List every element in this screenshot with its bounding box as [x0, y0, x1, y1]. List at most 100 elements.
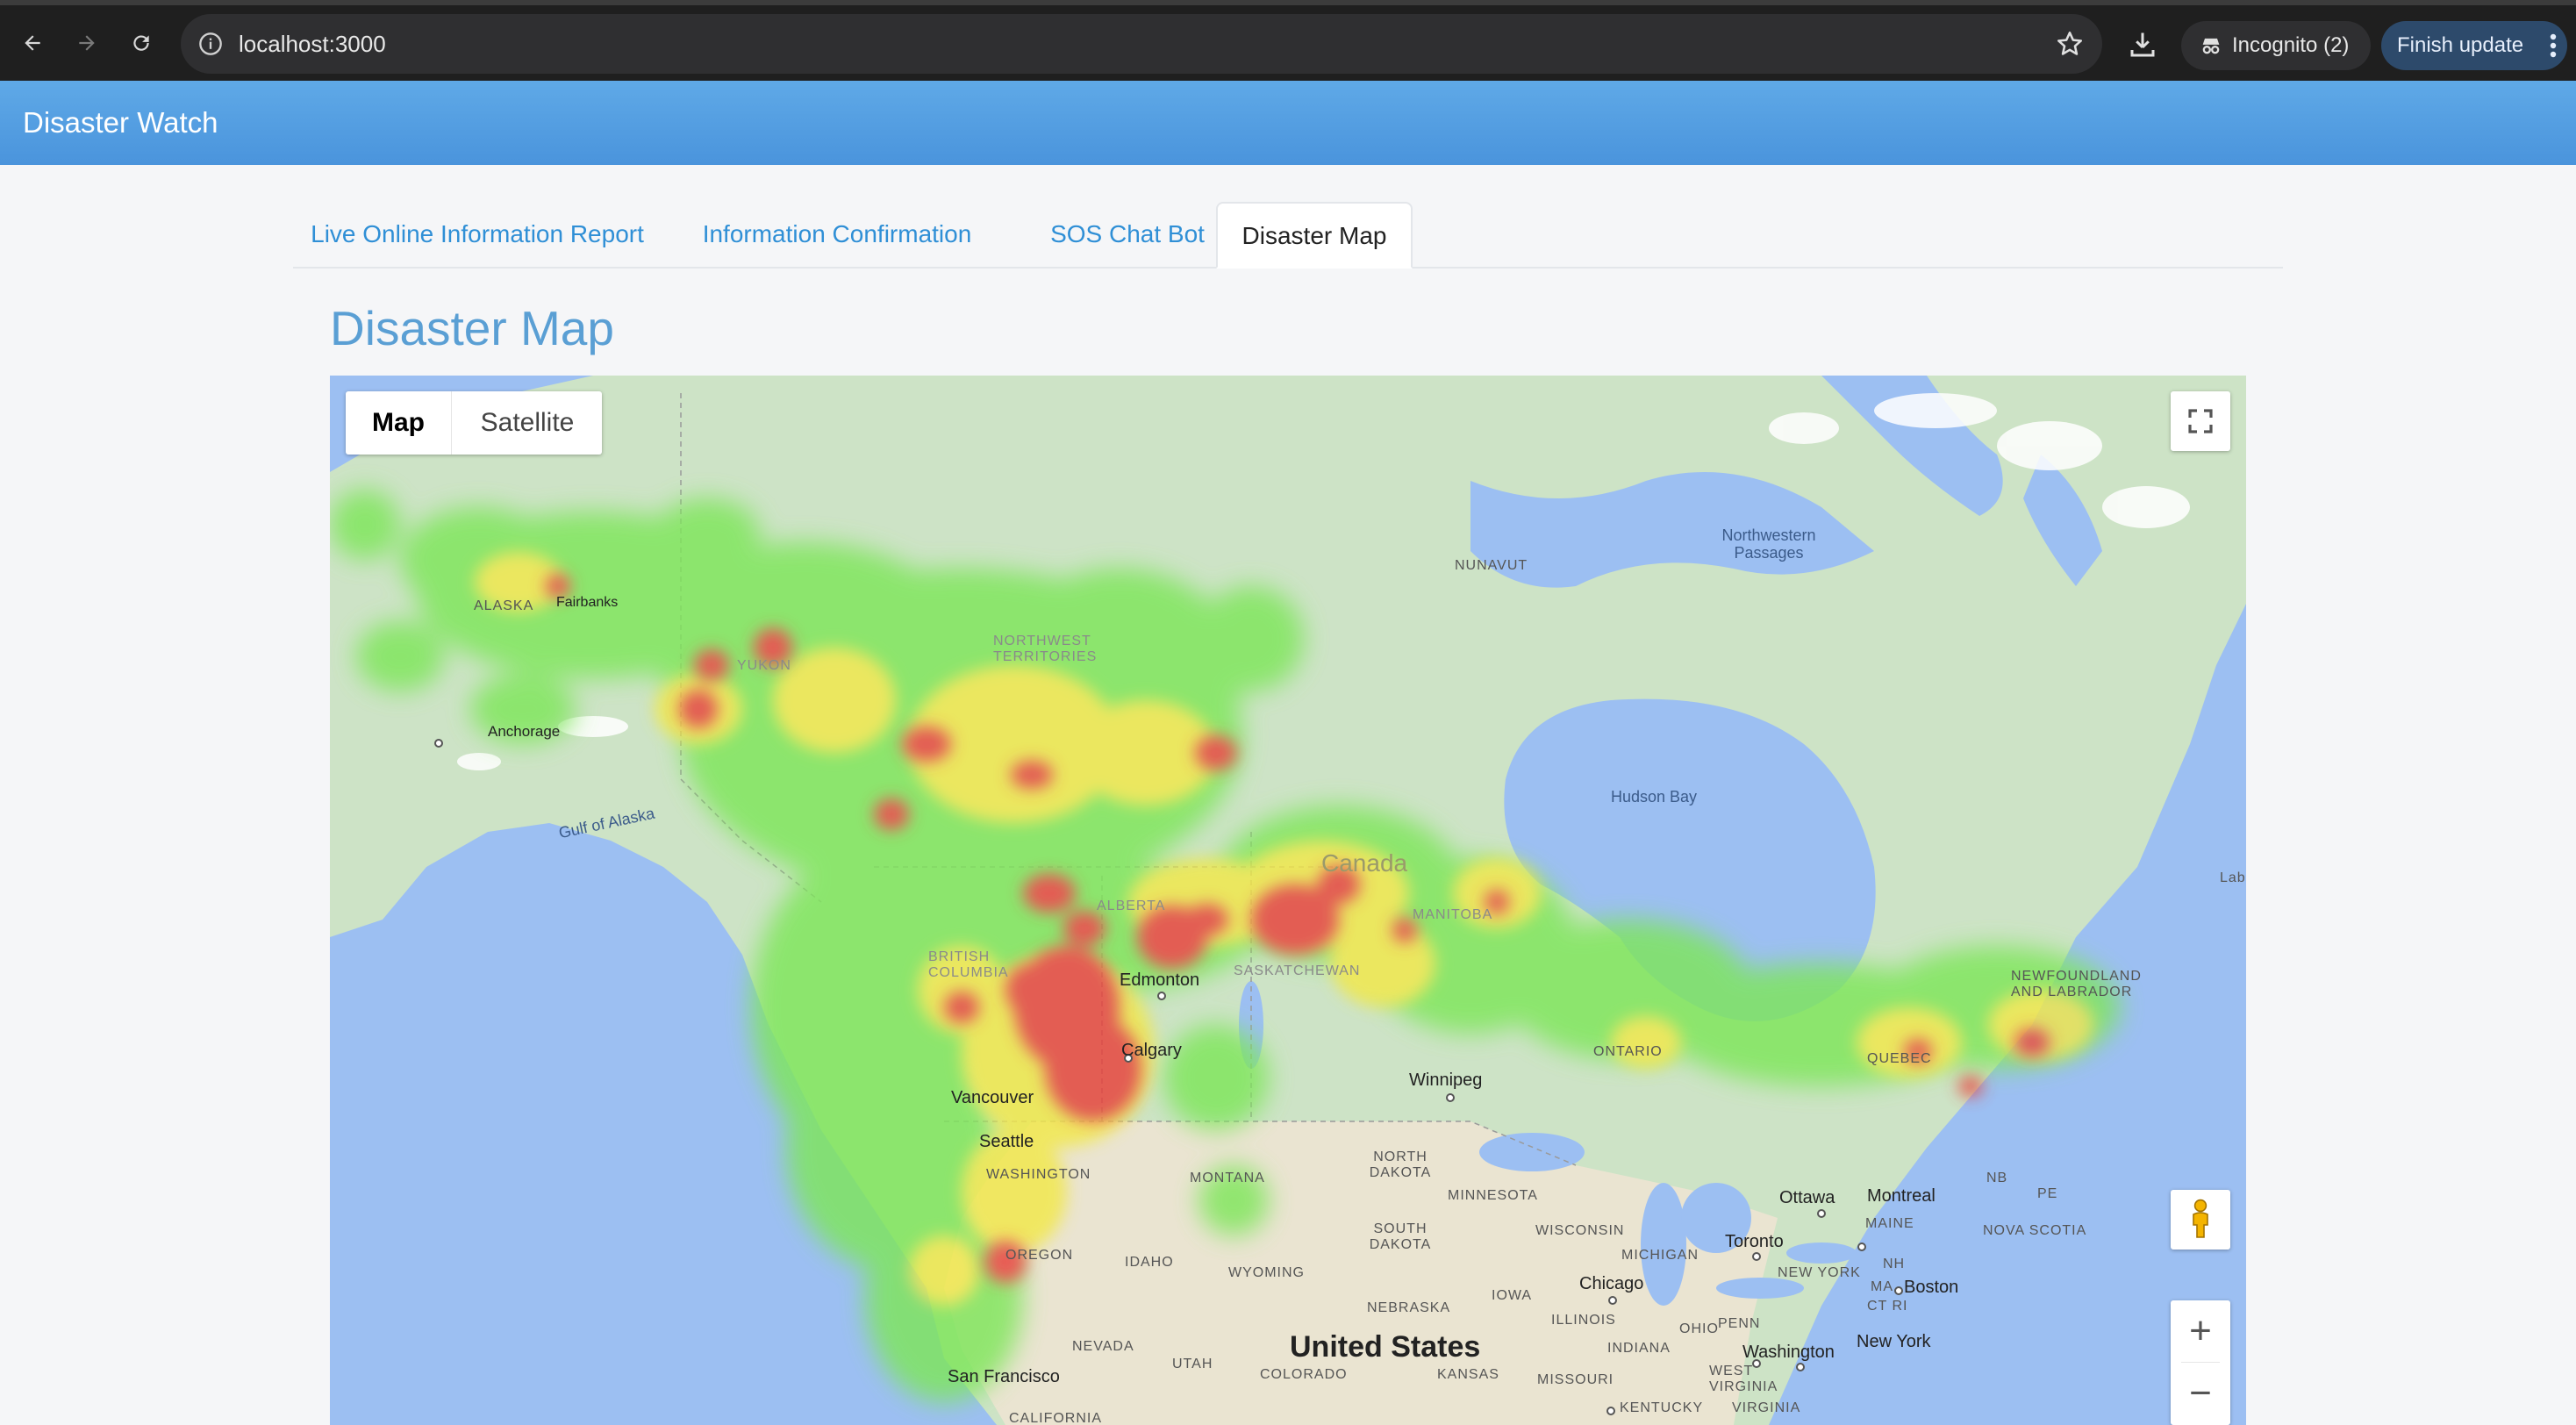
map-label: San Francisco [948, 1367, 1060, 1386]
map-type-satellite-button[interactable]: Satellite [451, 391, 603, 455]
map-label: MANITOBA [1413, 907, 1493, 922]
map-label: MONTANA [1190, 1171, 1265, 1185]
map-label: New York [1857, 1332, 1931, 1351]
back-button[interactable] [11, 21, 54, 65]
map-label: PENN [1718, 1316, 1761, 1331]
map-label: Chicago [1579, 1274, 1644, 1293]
map-label: ALASKA [474, 598, 534, 613]
map-label: SOUTH DAKOTA [1369, 1221, 1432, 1252]
tab-live-online-information-report[interactable]: Live Online Information Report [302, 202, 653, 267]
map-label: NEBRASKA [1367, 1300, 1451, 1315]
map-label: Boston [1904, 1278, 1959, 1297]
app-title: Disaster Watch [23, 106, 218, 139]
map-label: MA [1871, 1279, 1893, 1294]
map-label: Northwestern Passages [1721, 526, 1816, 562]
map-label: ALBERTA [1097, 899, 1166, 913]
map-label: Edmonton [1120, 970, 1200, 990]
map-label: ILLINOIS [1551, 1313, 1616, 1328]
finish-update-label: Finish update [2397, 33, 2524, 57]
map-label: Hudson Bay [1611, 788, 1698, 806]
bookmark-star-icon[interactable] [2055, 29, 2085, 59]
map-label: OREGON [1005, 1248, 1074, 1263]
map-label: NEWFOUNDLAND AND LABRADOR [2011, 969, 2142, 999]
map-label: WASHINGTON [986, 1167, 1091, 1182]
map-label: NEVADA [1072, 1339, 1134, 1354]
map-label: VIRGINIA [1732, 1400, 1801, 1415]
zoom-in-button[interactable]: + [2171, 1300, 2230, 1362]
fullscreen-button[interactable] [2171, 391, 2230, 451]
map-label: NEW YORK [1778, 1265, 1861, 1280]
map-label: WYOMING [1228, 1265, 1305, 1280]
incognito-indicator[interactable]: Incognito (2) [2181, 21, 2371, 70]
tab-information-confirmation[interactable]: Information Confirmation [679, 202, 995, 267]
page-title: Disaster Map [330, 301, 614, 355]
map-label: Anchorage [488, 723, 561, 740]
map-label: Vancouver [951, 1088, 1034, 1107]
site-info-icon[interactable] [198, 32, 223, 56]
address-bar[interactable]: localhost:3000 [181, 14, 2102, 74]
map-label: WISCONSIN [1535, 1223, 1625, 1238]
reload-button[interactable] [119, 21, 163, 65]
incognito-label: Incognito (2) [2232, 33, 2350, 57]
map-label: YUKON [737, 658, 791, 673]
map-label: United States [1290, 1330, 1481, 1364]
fullscreen-icon [2188, 409, 2213, 433]
map-label: CALIFORNIA [1009, 1411, 1103, 1425]
map-label: NB [1986, 1171, 2008, 1185]
map-label: Toronto [1725, 1232, 1784, 1251]
zoom-out-button[interactable]: − [2171, 1363, 2230, 1424]
map-label: KANSAS [1437, 1367, 1499, 1382]
map-label: Ottawa [1779, 1188, 1835, 1207]
map-label: MISSOURI [1537, 1372, 1614, 1387]
zoom-control: + − [2171, 1300, 2230, 1425]
map-type-control: Map Satellite [346, 391, 602, 455]
finish-update-button[interactable]: Finish update [2381, 21, 2567, 70]
map-label: IDAHO [1125, 1255, 1174, 1270]
tab-disaster-map[interactable]: Disaster Map [1216, 202, 1413, 269]
back-arrow-icon [25, 35, 40, 51]
map-label: UTAH [1172, 1357, 1213, 1371]
map-type-map-button[interactable]: Map [346, 391, 451, 455]
map-label: KENTUCKY [1620, 1400, 1704, 1415]
map-label: MAINE [1865, 1216, 1914, 1231]
more-menu-icon[interactable] [2550, 33, 2557, 58]
pegman-icon [2193, 1199, 2208, 1238]
map-label: NH [1883, 1257, 1906, 1271]
map-label: CT RI [1867, 1299, 1908, 1314]
map-label: NUNAVUT [1455, 558, 1528, 573]
url-text: localhost:3000 [239, 31, 386, 57]
map-label: Washington [1742, 1343, 1835, 1362]
disaster-map[interactable]: ALASKA Fairbanks Anchorage Gulf of Alask… [330, 376, 2246, 1425]
map-label: Fairbanks [556, 595, 619, 610]
map-label: MICHIGAN [1621, 1248, 1699, 1263]
map-label: INDIANA [1607, 1341, 1671, 1356]
map-label: NORTHWEST TERRITORIES [993, 634, 1098, 664]
map-label: MINNESOTA [1448, 1188, 1538, 1203]
map-label: OHIO [1679, 1321, 1719, 1336]
download-icon[interactable] [2127, 29, 2158, 61]
forward-arrow-icon [79, 35, 95, 51]
map-label: NORTH DAKOTA [1369, 1149, 1432, 1180]
forward-button[interactable] [65, 21, 109, 65]
street-view-pegman[interactable] [2171, 1190, 2230, 1250]
map-label: WEST VIRGINIA [1709, 1364, 1778, 1394]
map-label: Calgary [1121, 1041, 1182, 1060]
map-label: QUEBEC [1867, 1051, 1932, 1066]
app-header: Disaster Watch [0, 81, 2576, 165]
map-label: NOVA SCOTIA [1983, 1223, 2087, 1238]
tab-sos-chat-bot[interactable]: SOS Chat Bot [1018, 202, 1237, 267]
browser-toolbar: localhost:3000 Incognito (2) Finish upda… [0, 0, 2576, 81]
map-label: Lab [2220, 870, 2246, 885]
map-label: COLORADO [1260, 1367, 1348, 1382]
incognito-icon [2202, 38, 2220, 54]
map-label: Seattle [979, 1132, 1034, 1151]
map-label: BRITISH COLUMBIA [928, 949, 1009, 980]
map-label: SASKATCHEWAN [1234, 963, 1361, 978]
map-label: PE [2037, 1186, 2058, 1201]
reload-icon [133, 35, 149, 51]
map-label: Canada [1321, 849, 1408, 877]
map-label: IOWA [1492, 1288, 1533, 1303]
map-label: Montreal [1867, 1186, 1936, 1206]
map-label: ONTARIO [1593, 1044, 1663, 1059]
map-label: Winnipeg [1409, 1071, 1483, 1090]
